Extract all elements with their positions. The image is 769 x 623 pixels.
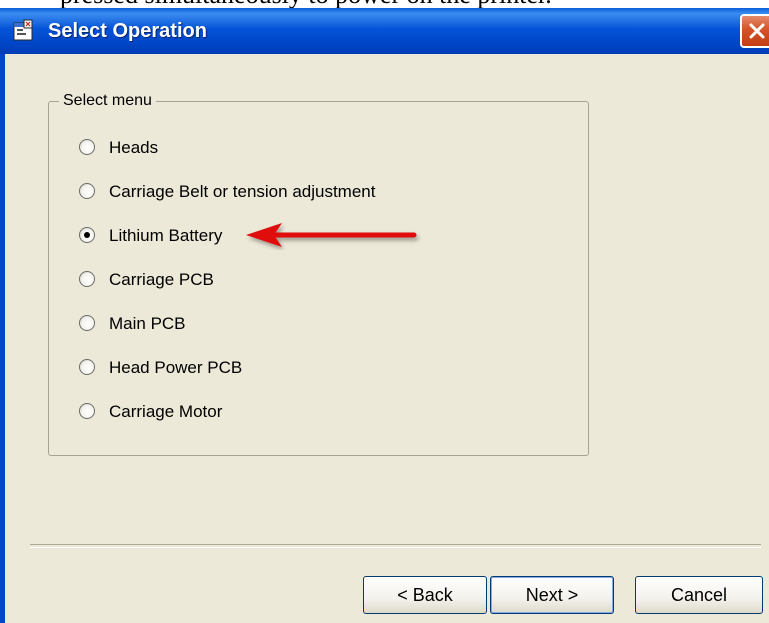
radio-selected-dot [84, 232, 90, 238]
red-arrow-icon [246, 223, 417, 247]
select-menu-groupbox: Select menu Heads Carriage Belt or tensi… [48, 91, 589, 456]
close-button[interactable] [740, 14, 769, 48]
radio-button[interactable] [79, 315, 95, 331]
radio-button[interactable] [79, 271, 95, 287]
radio-label: Head Power PCB [109, 358, 243, 377]
cancel-button[interactable]: Cancel [635, 576, 763, 614]
dialog-title: Select Operation [48, 20, 207, 42]
footer-separator [30, 544, 761, 548]
radio-label: Heads [109, 138, 159, 157]
radio-label: Main PCB [109, 314, 186, 333]
radio-button-selected[interactable] [79, 227, 95, 243]
cropped-instruction-text: pressed simultaneously to power on the p… [60, 0, 700, 8]
next-button[interactable]: Next > [490, 576, 614, 614]
window-left-border [0, 54, 5, 623]
radio-label: Carriage Motor [109, 402, 223, 421]
radio-button[interactable] [79, 403, 95, 419]
close-icon [749, 23, 765, 39]
radio-label: Carriage PCB [109, 270, 214, 289]
radio-button[interactable] [79, 139, 95, 155]
radio-button[interactable] [79, 183, 95, 199]
radio-label: Lithium Battery [109, 226, 223, 245]
groupbox-label: Select menu [59, 91, 156, 111]
radio-button[interactable] [79, 359, 95, 375]
back-button[interactable]: < Back [363, 576, 487, 614]
title-bar[interactable]: Select Operation [0, 8, 769, 54]
radio-label: Carriage Belt or tension adjustment [109, 182, 376, 201]
app-window-icon [13, 19, 33, 41]
select-operation-dialog: Select Operation Select menu Heads Carri… [0, 8, 769, 623]
